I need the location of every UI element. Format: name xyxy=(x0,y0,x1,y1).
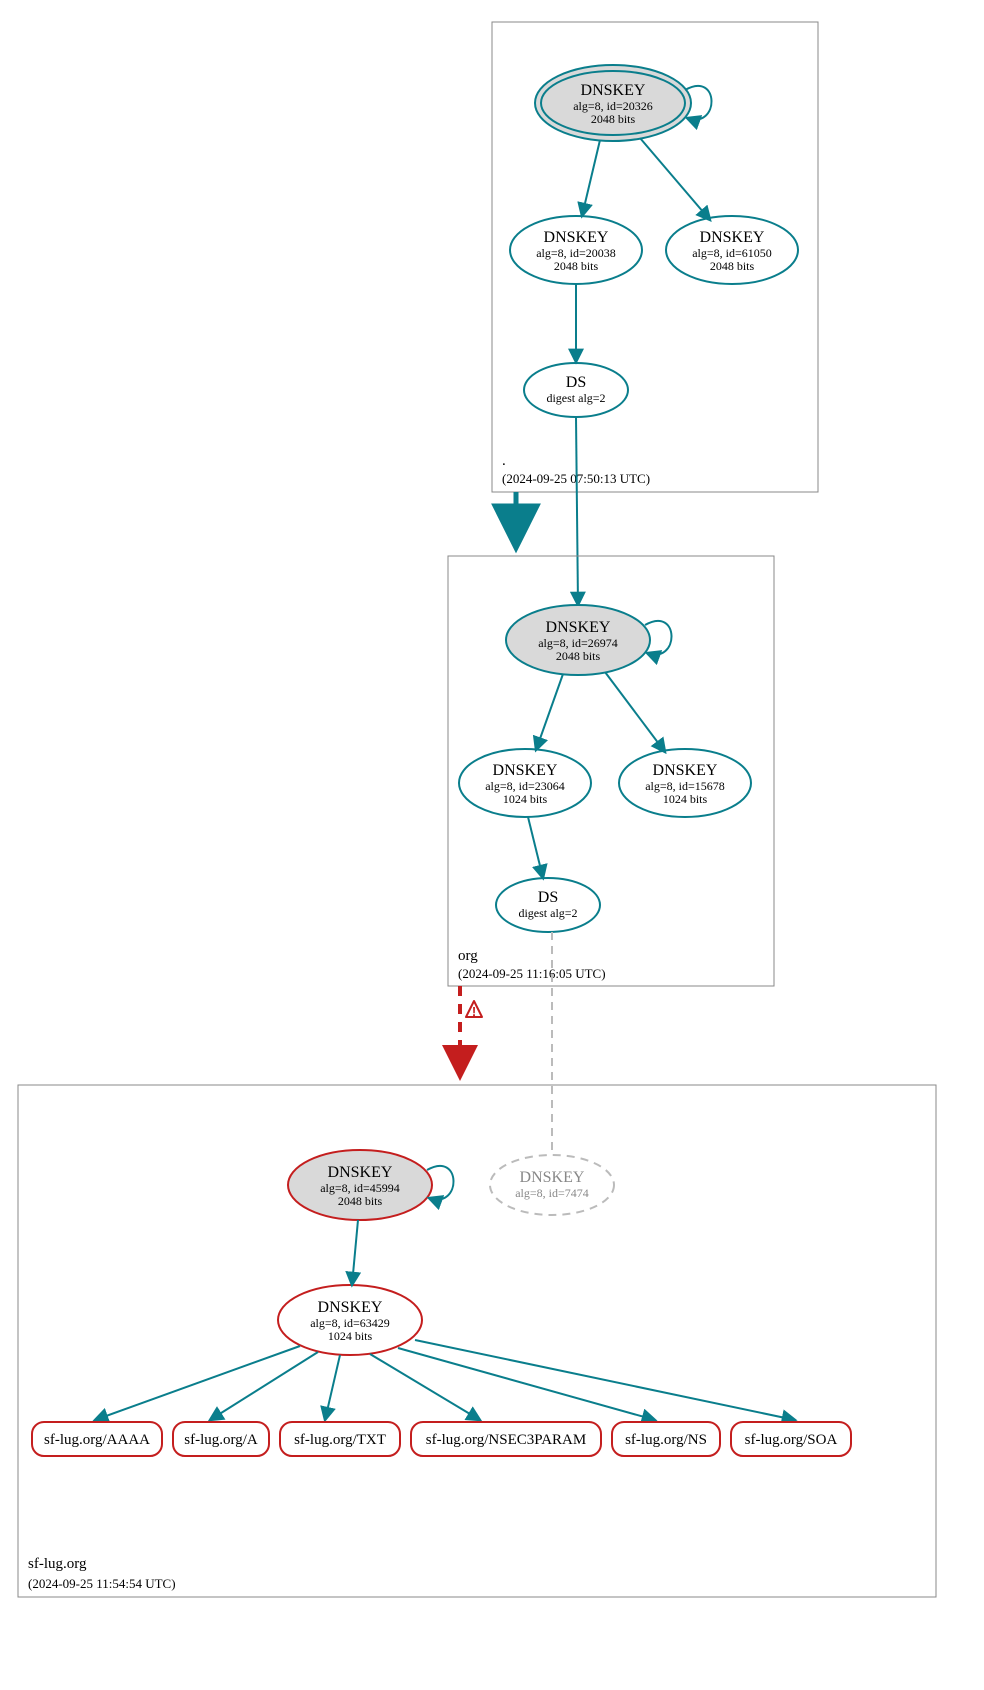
svg-text:sf-lug.org/TXT: sf-lug.org/TXT xyxy=(294,1432,386,1448)
svg-text:2048 bits: 2048 bits xyxy=(556,649,601,663)
edge-sflug-ksk-zsk xyxy=(352,1220,358,1285)
node-sflug-ghost: DNSKEY alg=8, id=7474 xyxy=(490,1155,614,1215)
svg-text:DNSKEY: DNSKEY xyxy=(581,82,646,99)
rrset-txt: sf-lug.org/TXT xyxy=(280,1422,400,1456)
svg-text:alg=8, id=45994: alg=8, id=45994 xyxy=(320,1181,400,1195)
dnssec-chain-diagram: . (2024-09-25 07:50:13 UTC) DNSKEY alg=8… xyxy=(0,0,984,1690)
zone-sflug-label: sf-lug.org xyxy=(28,1556,87,1572)
node-root-zsk1: DNSKEY alg=8, id=20038 2048 bits xyxy=(510,216,642,284)
svg-text:DNSKEY: DNSKEY xyxy=(653,762,718,779)
svg-text:DNSKEY: DNSKEY xyxy=(493,762,558,779)
svg-text:2048 bits: 2048 bits xyxy=(710,259,755,273)
edge-zsk-soa xyxy=(415,1340,795,1420)
svg-text:digest alg=2: digest alg=2 xyxy=(518,906,577,920)
svg-text:alg=8, id=15678: alg=8, id=15678 xyxy=(645,779,725,793)
svg-text:sf-lug.org/AAAA: sf-lug.org/AAAA xyxy=(44,1432,150,1448)
svg-text:2048 bits: 2048 bits xyxy=(554,259,599,273)
zone-sflug-box xyxy=(18,1085,936,1597)
edge-org-ksk-zsk2 xyxy=(605,672,665,752)
svg-text:DNSKEY: DNSKEY xyxy=(546,619,611,636)
svg-text:2048 bits: 2048 bits xyxy=(591,112,636,126)
svg-text:1024 bits: 1024 bits xyxy=(663,792,708,806)
svg-text:DNSKEY: DNSKEY xyxy=(700,229,765,246)
rrset-soa: sf-lug.org/SOA xyxy=(731,1422,851,1456)
svg-text:1024 bits: 1024 bits xyxy=(328,1329,373,1343)
svg-text:alg=8, id=63429: alg=8, id=63429 xyxy=(310,1316,390,1330)
node-sflug-ksk: DNSKEY alg=8, id=45994 2048 bits xyxy=(288,1150,432,1220)
edge-org-ksk-zsk1 xyxy=(536,674,563,750)
node-root-ds: DS digest alg=2 xyxy=(524,363,628,417)
zone-root-label: . xyxy=(502,453,506,469)
zone-org-timestamp: (2024-09-25 11:16:05 UTC) xyxy=(458,966,606,981)
svg-text:sf-lug.org/A: sf-lug.org/A xyxy=(184,1432,258,1448)
node-org-ksk: DNSKEY alg=8, id=26974 2048 bits xyxy=(506,605,650,675)
node-org-zsk2: DNSKEY alg=8, id=15678 1024 bits xyxy=(619,749,751,817)
svg-text:sf-lug.org/SOA: sf-lug.org/SOA xyxy=(745,1432,838,1448)
edge-zsk-ns xyxy=(398,1348,655,1420)
edge-org-zsk1-ds xyxy=(528,817,543,878)
rrset-nsec3param: sf-lug.org/NSEC3PARAM xyxy=(411,1422,601,1456)
node-org-zsk1: DNSKEY alg=8, id=23064 1024 bits xyxy=(459,749,591,817)
svg-text:alg=8, id=61050: alg=8, id=61050 xyxy=(692,246,772,260)
svg-text:sf-lug.org/NS: sf-lug.org/NS xyxy=(625,1432,707,1448)
svg-text:DNSKEY: DNSKEY xyxy=(520,1169,585,1186)
svg-text:alg=8, id=26974: alg=8, id=26974 xyxy=(538,636,618,650)
rrset-a: sf-lug.org/A xyxy=(173,1422,269,1456)
svg-text:alg=8, id=23064: alg=8, id=23064 xyxy=(485,779,565,793)
svg-text:DNSKEY: DNSKEY xyxy=(544,229,609,246)
edge-root-ksk-zsk1 xyxy=(582,140,600,216)
svg-text:DNSKEY: DNSKEY xyxy=(318,1299,383,1316)
edge-zsk-a xyxy=(210,1352,318,1420)
warning-icon: ! xyxy=(466,1001,482,1019)
svg-text:alg=8, id=20038: alg=8, id=20038 xyxy=(536,246,616,260)
edge-root-ksk-zsk2 xyxy=(640,138,710,220)
svg-text:sf-lug.org/NSEC3PARAM: sf-lug.org/NSEC3PARAM xyxy=(426,1432,586,1448)
svg-text:DS: DS xyxy=(538,889,558,906)
node-root-ksk: DNSKEY alg=8, id=20326 2048 bits xyxy=(535,65,691,141)
rrset-aaaa: sf-lug.org/AAAA xyxy=(32,1422,162,1456)
svg-text:DS: DS xyxy=(566,374,586,391)
node-sflug-zsk: DNSKEY alg=8, id=63429 1024 bits xyxy=(278,1285,422,1355)
svg-text:digest alg=2: digest alg=2 xyxy=(546,391,605,405)
svg-text:alg=8, id=20326: alg=8, id=20326 xyxy=(573,99,653,113)
svg-text:1024 bits: 1024 bits xyxy=(503,792,548,806)
svg-text:alg=8, id=7474: alg=8, id=7474 xyxy=(515,1186,589,1200)
zone-org-label: org xyxy=(458,948,478,964)
svg-text:2048 bits: 2048 bits xyxy=(338,1194,383,1208)
edge-zsk-txt xyxy=(325,1355,340,1420)
zone-sflug-timestamp: (2024-09-25 11:54:54 UTC) xyxy=(28,1576,176,1591)
edge-ds-to-org-ksk xyxy=(576,417,578,605)
edge-zsk-nsec3 xyxy=(370,1354,480,1420)
svg-text:!: ! xyxy=(472,1004,476,1019)
node-root-zsk2: DNSKEY alg=8, id=61050 2048 bits xyxy=(666,216,798,284)
rrset-ns: sf-lug.org/NS xyxy=(612,1422,720,1456)
node-org-ds: DS digest alg=2 xyxy=(496,878,600,932)
svg-text:DNSKEY: DNSKEY xyxy=(328,1164,393,1181)
